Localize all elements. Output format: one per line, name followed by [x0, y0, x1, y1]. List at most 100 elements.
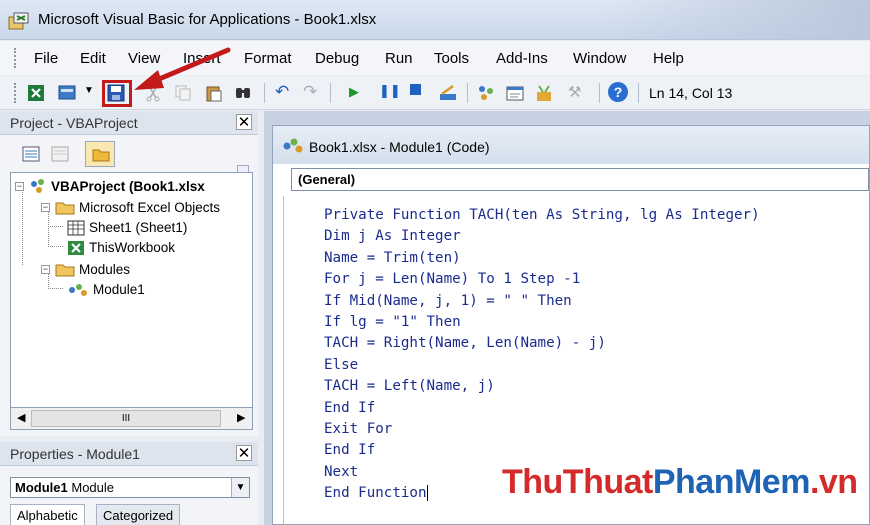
workbook-icon: [68, 241, 84, 255]
object-dropdown[interactable]: (General): [291, 168, 869, 191]
excel-view-icon[interactable]: [27, 84, 45, 102]
reset-icon[interactable]: [410, 84, 421, 95]
run-icon[interactable]: ▶: [349, 84, 359, 100]
close-icon[interactable]: ✕: [236, 445, 252, 462]
worksheet-icon: [67, 220, 85, 236]
tab-categorized[interactable]: Categorized: [96, 504, 181, 525]
chevron-down-icon[interactable]: ▼: [231, 478, 249, 497]
scroll-right-icon[interactable]: ▶: [237, 411, 245, 424]
code-line[interactable]: Exit For: [324, 419, 760, 440]
view-object-icon[interactable]: [51, 146, 69, 162]
folder-icon: [55, 202, 75, 215]
tab-alphabetic[interactable]: Alphabetic: [10, 504, 85, 525]
code-line[interactable]: For j = Len(Name) To 1 Step -1: [324, 269, 760, 290]
tree-label: Microsoft Excel Objects: [79, 200, 221, 215]
tree-line: [48, 226, 63, 227]
menu-add-ins[interactable]: Add-Ins: [496, 50, 548, 67]
menu-edit[interactable]: Edit: [80, 50, 106, 67]
tree-label: VBAProject (Book1.xlsx: [51, 179, 205, 194]
code-line[interactable]: TACH = Right(Name, Len(Name) - j): [324, 333, 760, 354]
properties-pane-title-bar: Properties - Module1 ✕: [0, 442, 258, 466]
module-icon: [283, 138, 303, 153]
watermark-part: PhanMem: [652, 463, 811, 501]
properties-pane-title: Properties - Module1: [10, 446, 140, 462]
folder-icon: [55, 264, 75, 277]
menu-help[interactable]: Help: [653, 50, 684, 67]
code-line[interactable]: Dim j As Integer: [324, 226, 760, 247]
text-caret: [426, 485, 428, 502]
menu-run[interactable]: Run: [385, 50, 413, 67]
object-type: Module: [71, 480, 114, 495]
tree-line: [48, 288, 63, 289]
project-pane-toolbar: [0, 135, 258, 193]
code-line[interactable]: End If: [324, 440, 760, 461]
code-window-title: Book1.xlsx - Module1 (Code): [309, 139, 490, 155]
watermark-part: .vn: [809, 463, 858, 501]
scroll-left-icon[interactable]: ◀: [17, 411, 25, 424]
toolbox-icon[interactable]: ⚒: [568, 83, 581, 101]
vbaproject-icon: [31, 179, 44, 193]
menu-file[interactable]: File: [34, 50, 58, 67]
code-line[interactable]: Private Function TACH(ten As String, lg …: [324, 205, 760, 226]
view-code-icon[interactable]: [22, 146, 40, 162]
project-pane-title: Project - VBAProject: [10, 115, 138, 131]
object-select[interactable]: Module1 Module ▼: [10, 477, 250, 498]
menu-format[interactable]: Format: [244, 50, 292, 67]
tree-line: [48, 246, 63, 247]
code-line[interactable]: If Mid(Name, j, 1) = " " Then: [324, 291, 760, 312]
code-line[interactable]: If lg = "1" Then: [324, 312, 760, 333]
menu-debug[interactable]: Debug: [315, 50, 359, 67]
window-title: Microsoft Visual Basic for Applications …: [38, 11, 377, 28]
collapse-icon[interactable]: −: [15, 182, 24, 191]
watermark-part: ThuThuat: [502, 463, 653, 501]
folder-icon: [92, 149, 110, 162]
insert-module-icon[interactable]: [58, 84, 76, 102]
tree-label: ThisWorkbook: [89, 240, 176, 255]
toolbar-separator: [330, 83, 331, 103]
cursor-position-label: Ln 14, Col 13: [649, 85, 733, 101]
toolbar-separator: [599, 83, 600, 103]
object-name: Module1: [15, 480, 68, 495]
project-explorer-pane: Project - VBAProject ✕ − VBAProject (Boo…: [0, 111, 258, 436]
redo-icon[interactable]: ↷: [303, 82, 317, 102]
close-icon[interactable]: ✕: [236, 114, 252, 131]
help-icon[interactable]: ?: [608, 82, 628, 102]
project-explorer-icon[interactable]: [477, 84, 495, 102]
toolbar-grip[interactable]: [14, 83, 18, 103]
toolbar-separator: [467, 83, 468, 103]
tree-horizontal-scrollbar[interactable]: ◀ III ▶: [10, 408, 253, 430]
menu-window[interactable]: Window: [573, 50, 626, 67]
vba-app-icon: [8, 12, 29, 30]
code-text[interactable]: Private Function TACH(ten As String, lg …: [324, 205, 760, 505]
menu-tools[interactable]: Tools: [434, 50, 469, 67]
module-icon: [69, 284, 87, 296]
code-line[interactable]: TACH = Left(Name, j): [324, 376, 760, 397]
project-tree: − VBAProject (Book1.xlsx − Microsoft Exc…: [10, 172, 253, 408]
undo-icon[interactable]: ↶: [275, 82, 289, 102]
toolbar-separator: [264, 83, 265, 103]
tree-label: Module1: [93, 282, 145, 297]
code-line[interactable]: End If: [324, 398, 760, 419]
menu-grip[interactable]: [14, 48, 18, 68]
site-watermark: ThuThuatPhanMem.vn: [502, 463, 858, 502]
collapse-icon[interactable]: −: [41, 265, 50, 274]
insert-dropdown-icon[interactable]: ▼: [84, 85, 94, 96]
design-mode-icon[interactable]: [439, 84, 457, 102]
code-line[interactable]: Else: [324, 355, 760, 376]
project-pane-title-bar: Project - VBAProject ✕: [0, 111, 258, 135]
title-bar-controls-area: [600, 0, 870, 40]
properties-pane: Properties - Module1 ✕ Module1 Module ▼ …: [0, 442, 258, 525]
code-line[interactable]: Name = Trim(ten): [324, 248, 760, 269]
title-bar: Microsoft Visual Basic for Applications …: [0, 0, 870, 40]
annotation-arrow: [134, 47, 231, 90]
tree-line: [22, 187, 23, 265]
collapse-icon[interactable]: −: [41, 203, 50, 212]
tree-label: Modules: [79, 262, 131, 277]
scroll-thumb[interactable]: III: [31, 410, 221, 427]
toggle-folders-button[interactable]: [85, 141, 115, 167]
toolbar-separator: [638, 83, 639, 103]
tree-label: Sheet1 (Sheet1): [89, 220, 188, 235]
break-icon[interactable]: ❚❚: [379, 83, 401, 99]
properties-icon[interactable]: [506, 84, 524, 102]
object-browser-icon[interactable]: [535, 84, 553, 102]
